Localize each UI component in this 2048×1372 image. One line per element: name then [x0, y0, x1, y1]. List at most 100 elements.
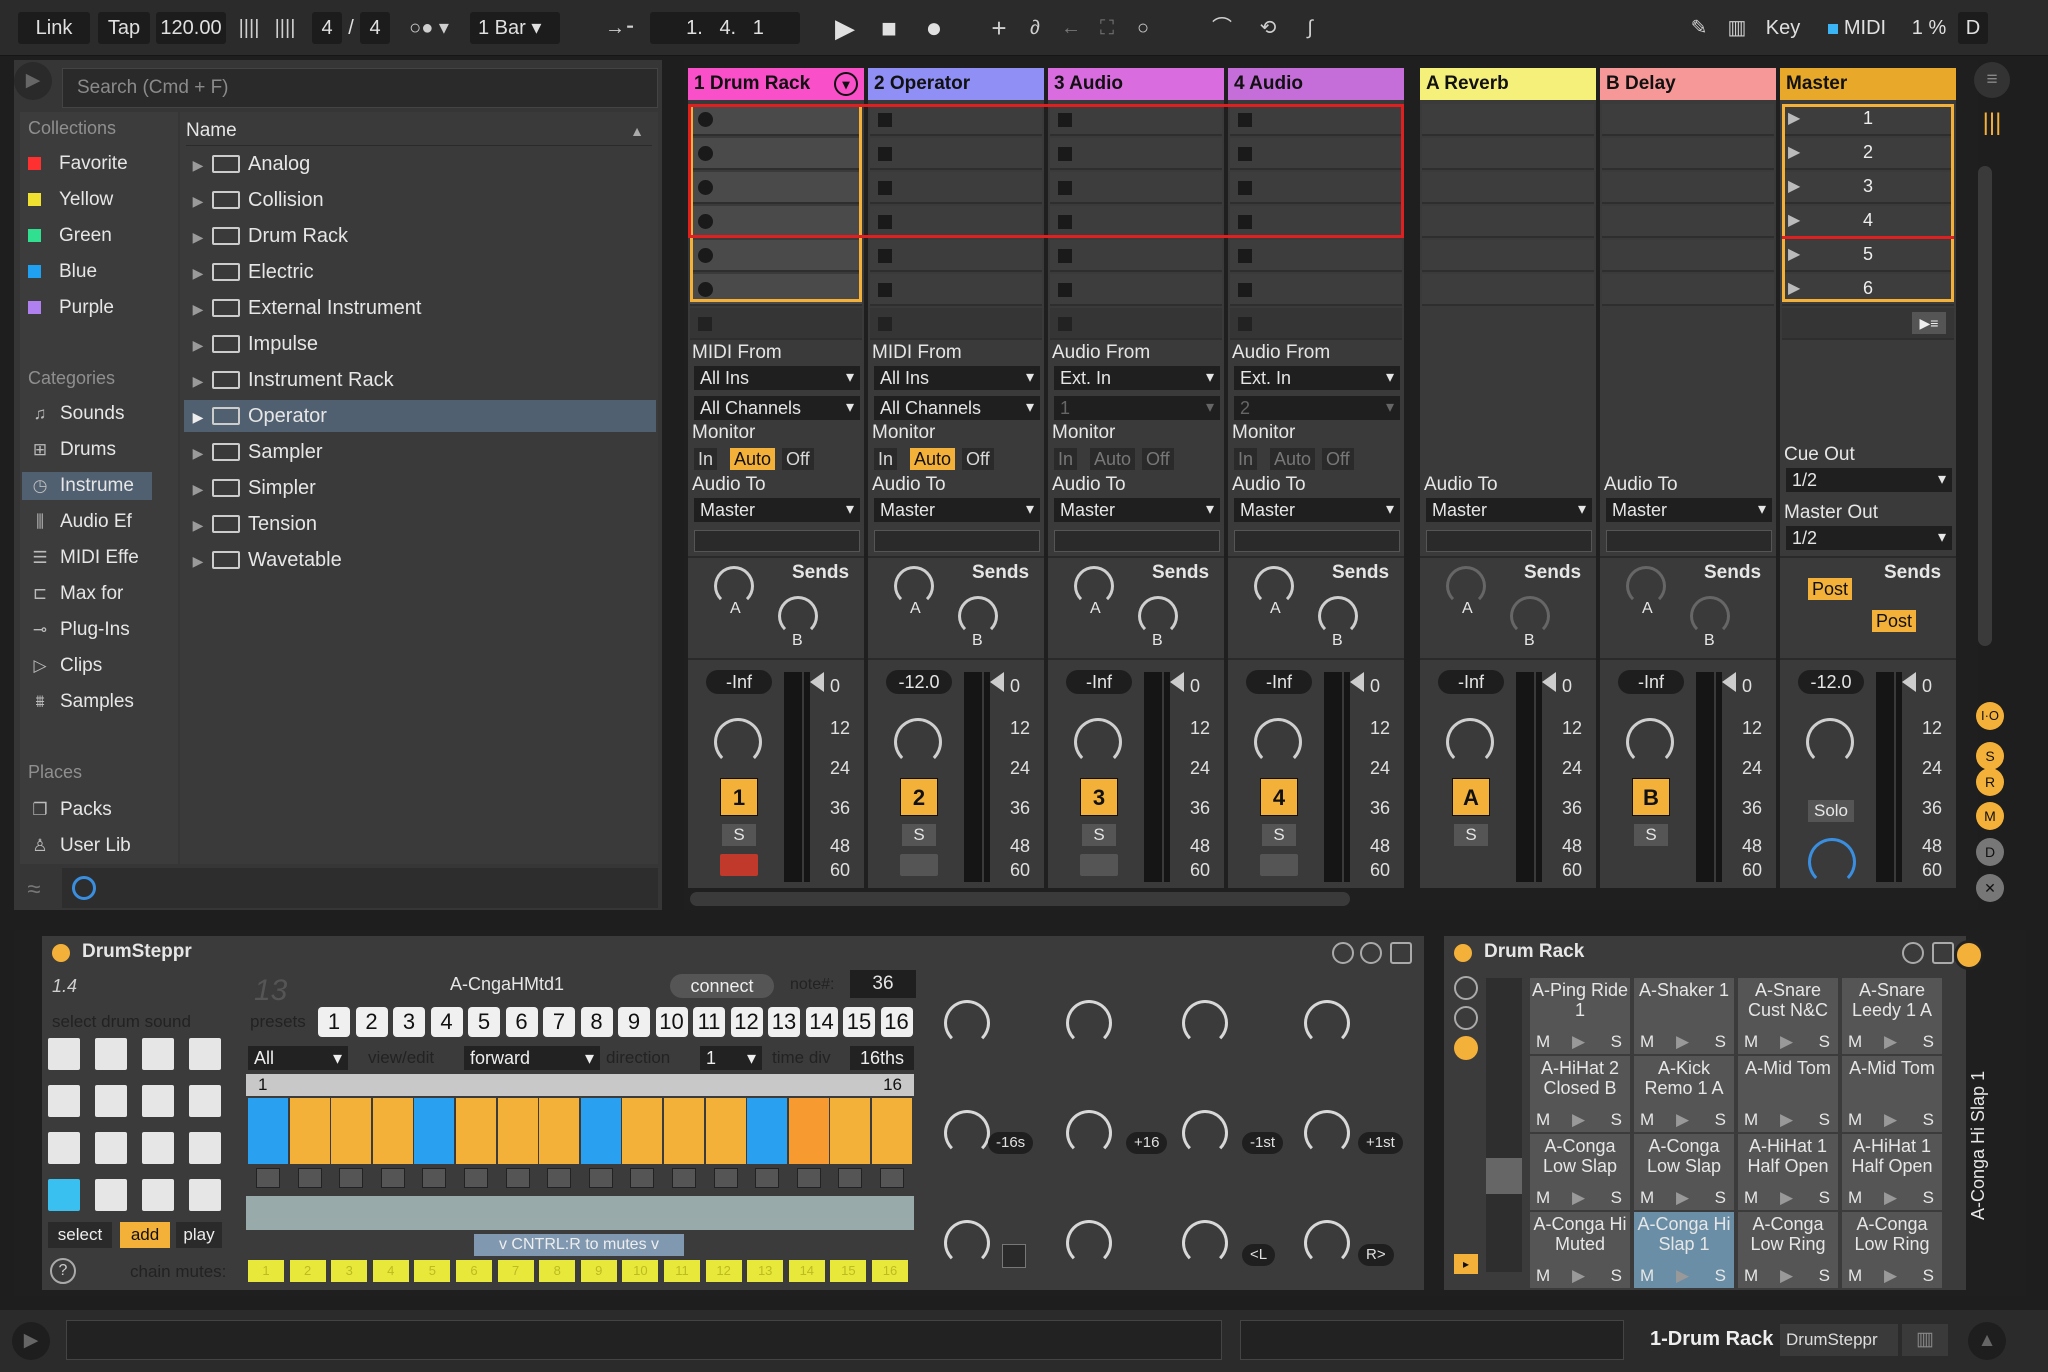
chain-mute-toggle[interactable]: 15	[830, 1260, 867, 1282]
drum-select-pad[interactable]	[189, 1085, 221, 1117]
pad-mute-button[interactable]: M	[1848, 1188, 1862, 1208]
info-toggle-icon[interactable]: ▶	[12, 1322, 50, 1360]
clip-slot[interactable]	[1050, 274, 1222, 306]
drum-select-pad[interactable]	[142, 1132, 174, 1164]
preset-button[interactable]: 12	[730, 1007, 763, 1037]
chain-mute-toggle[interactable]: 7	[497, 1260, 534, 1282]
pad-play-icon[interactable]: ▶	[1884, 1110, 1897, 1130]
pad-play-icon[interactable]: ▶	[1572, 1110, 1585, 1130]
add-button[interactable]: add	[120, 1222, 170, 1248]
pad-play-icon[interactable]: ▶	[1572, 1266, 1585, 1286]
audio-output-dropdown[interactable]: Master	[1426, 498, 1592, 522]
sequencer-step[interactable]	[289, 1098, 330, 1164]
post-a-button[interactable]: Post	[1808, 578, 1853, 600]
arm-button[interactable]	[1080, 854, 1118, 876]
pad-mute-button[interactable]: M	[1536, 1032, 1550, 1052]
input-source-dropdown[interactable]: All Ins	[874, 366, 1040, 390]
monitor-in-button[interactable]: In	[874, 448, 898, 470]
file-row-instrument-rack[interactable]: ▶ Instrument Rack	[184, 364, 656, 396]
metronome-icon[interactable]: ○● ▾	[400, 12, 458, 44]
arm-button[interactable]	[900, 854, 938, 876]
device-save-icon[interactable]	[1390, 942, 1412, 964]
input-source-dropdown[interactable]: Ext. In	[1054, 366, 1220, 390]
stop-icon[interactable]: ■	[874, 12, 904, 44]
io-toggle-icon[interactable]: I·O	[1976, 702, 2004, 730]
output-channel-dropdown[interactable]	[1606, 530, 1772, 552]
sends-toggle-icon[interactable]: S	[1976, 742, 2004, 770]
expand-icon[interactable]: ▶	[184, 293, 212, 325]
sequencer-step[interactable]	[414, 1098, 455, 1164]
pan-knob[interactable]	[1254, 718, 1302, 766]
tap-button[interactable]: Tap	[98, 12, 150, 44]
solo-button[interactable]: S	[1262, 824, 1296, 846]
pencil-icon[interactable]: ✎	[1684, 12, 1714, 44]
volume-fader-icon[interactable]	[1902, 672, 1916, 692]
parameter-knob[interactable]	[1182, 1110, 1228, 1156]
step-toggle[interactable]	[880, 1168, 904, 1188]
track-stop-slot[interactable]	[870, 308, 1042, 340]
input-channel-dropdown[interactable]: All Channels	[874, 396, 1040, 420]
loop-icon[interactable]: ⟲	[1250, 12, 1286, 44]
monitor-auto-button[interactable]: Auto	[730, 448, 776, 470]
quantize-dropdown[interactable]: 1 Bar ▾	[470, 12, 560, 44]
drum-select-pad[interactable]	[48, 1085, 80, 1117]
stop-clip-icon[interactable]	[1058, 317, 1072, 331]
expand-icon[interactable]: ▶	[184, 149, 212, 181]
audio-output-dropdown[interactable]: Master	[694, 498, 860, 522]
preset-button[interactable]: 8	[580, 1007, 613, 1037]
audio-output-dropdown[interactable]: Master	[874, 498, 1040, 522]
clip-slot[interactable]	[1422, 104, 1594, 136]
drum-pad[interactable]: A-Conga Hi Muted M ▶ S	[1530, 1212, 1630, 1288]
browser-toggle-icon[interactable]: ▶	[14, 62, 52, 100]
file-row-impulse[interactable]: ▶ Impulse	[184, 328, 656, 360]
chain-mute-toggle[interactable]: 4	[372, 1260, 409, 1282]
step-toggle[interactable]	[713, 1168, 738, 1188]
preset-button[interactable]: 6	[505, 1007, 538, 1037]
sequencer-step[interactable]	[830, 1098, 871, 1164]
collection-purple[interactable]: Purple	[28, 294, 168, 322]
send-b-knob[interactable]	[1690, 596, 1730, 636]
pad-mute-button[interactable]: M	[1640, 1266, 1654, 1286]
category-clips[interactable]: ▷ Clips	[28, 652, 168, 680]
volume-fader-icon[interactable]	[1170, 672, 1184, 692]
sequencer-step[interactable]	[497, 1098, 538, 1164]
detail-toggle-icon[interactable]: ▲	[1968, 1322, 2006, 1360]
preset-button[interactable]: 13	[768, 1007, 800, 1037]
drum-pad[interactable]: A-Conga Hi Slap 1 M ▶ S	[1634, 1212, 1734, 1288]
solo-button[interactable]: S	[1454, 824, 1488, 846]
place-user-library[interactable]: ♙ User Lib	[28, 832, 168, 860]
volume-field[interactable]: -Inf	[706, 670, 772, 694]
volume-field[interactable]: -Inf	[1618, 670, 1684, 694]
automation-arm-icon[interactable]: ∂	[1022, 12, 1048, 44]
track-stop-slot[interactable]	[1230, 308, 1402, 340]
volume-field[interactable]: -Inf	[1066, 670, 1132, 694]
velocity-lane[interactable]	[246, 1196, 914, 1230]
track-activator-button[interactable]: 2	[900, 778, 938, 816]
send-b-knob[interactable]	[778, 596, 818, 636]
track-stop-slot[interactable]	[1050, 308, 1222, 340]
time-sig-numerator[interactable]: 4	[312, 12, 342, 44]
crossfader-toggle-icon[interactable]: ✕	[1976, 874, 2004, 902]
file-row-electric[interactable]: ▶ Electric	[184, 256, 656, 288]
chain-mute-toggle[interactable]: 1	[248, 1260, 284, 1282]
expand-icon[interactable]: ▶	[184, 329, 212, 361]
pad-solo-button[interactable]: S	[1715, 1266, 1726, 1286]
monitor-off-button[interactable]: Off	[1322, 448, 1354, 470]
monitor-auto-button[interactable]: Auto	[910, 448, 956, 470]
drum-pad[interactable]: A-Mid Tom M ▶ S	[1842, 1056, 1942, 1132]
punch-icon[interactable]: ∫	[1292, 12, 1328, 44]
preset-button[interactable]: 10	[655, 1007, 688, 1037]
chain-mute-toggle[interactable]: 9	[580, 1260, 617, 1282]
preset-button[interactable]: 3	[393, 1007, 425, 1037]
direction-dropdown[interactable]: forward ▾	[464, 1046, 600, 1070]
file-row-simpler[interactable]: ▶ Simpler	[184, 472, 656, 504]
sequencer-step[interactable]	[331, 1098, 372, 1164]
parameter-knob[interactable]	[1304, 1000, 1350, 1046]
cue-volume-knob[interactable]	[1808, 838, 1856, 886]
track-header[interactable]: Master	[1780, 68, 1956, 100]
category-audio-effects[interactable]: ⫼ Audio Ef	[28, 508, 168, 536]
track-header[interactable]: 4 Audio	[1228, 68, 1404, 100]
volume-field[interactable]: -12.0	[886, 670, 952, 694]
pad-mute-button[interactable]: M	[1744, 1188, 1758, 1208]
expand-icon[interactable]: ▶	[184, 401, 212, 433]
